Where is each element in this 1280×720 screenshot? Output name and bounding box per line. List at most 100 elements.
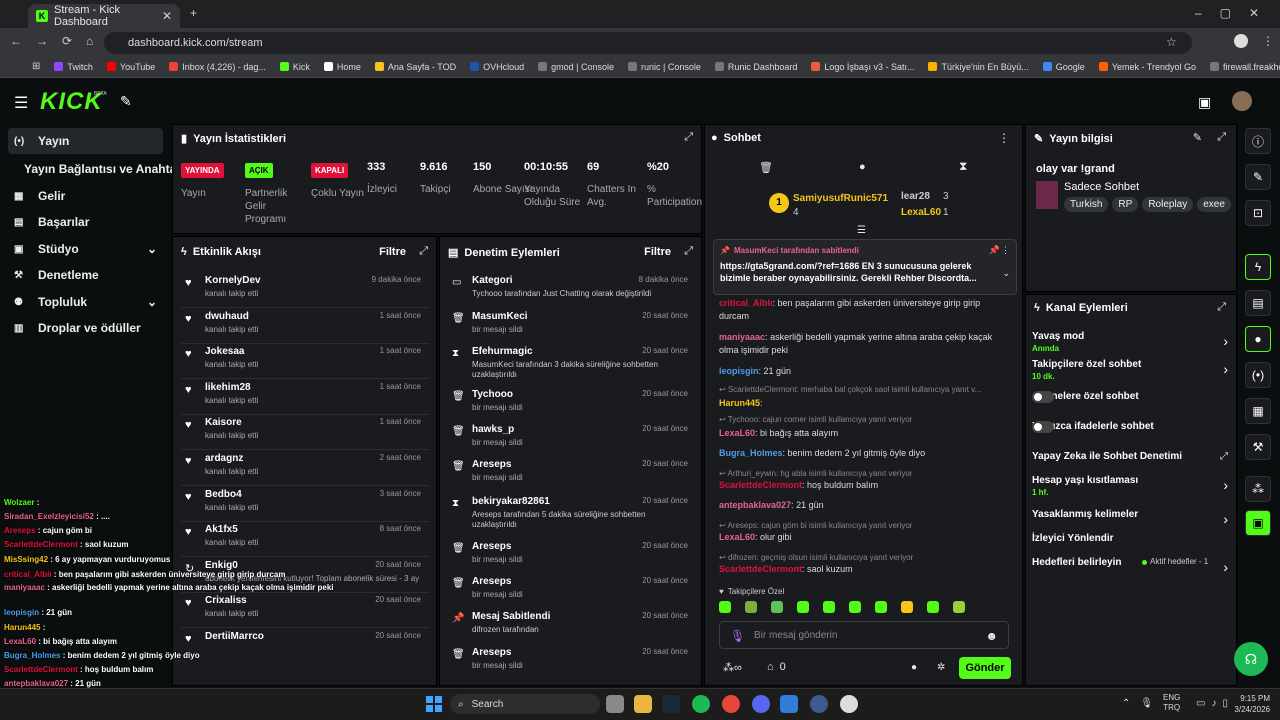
browser-menu-icon[interactable]: ⋮ bbox=[1262, 34, 1274, 48]
channel-action-item[interactable]: Yasaklanmış kelimeler › bbox=[1032, 509, 1228, 535]
activity-item[interactable]: ♥ Kaisore kanalı takip etti 1 saat önce bbox=[181, 415, 421, 451]
bookmark-item[interactable]: gmod | Console bbox=[538, 62, 614, 72]
profile-avatar[interactable] bbox=[1234, 34, 1248, 48]
chat-message[interactable]: Harun445: bbox=[719, 397, 1009, 410]
broadcast-icon[interactable]: (•) bbox=[1245, 362, 1271, 388]
pinned-text[interactable]: https://gta5grand.com/?ref=1686 EN 3 sun… bbox=[720, 260, 1000, 284]
emote-icon[interactable] bbox=[875, 601, 887, 613]
info-icon[interactable]: ⓘ bbox=[1245, 128, 1271, 154]
pinned-message[interactable]: 📌 MasumKeci tarafından sabitlendi 📌 ⋮ ht… bbox=[713, 239, 1017, 295]
expand-icon[interactable]: ⤢ bbox=[684, 131, 693, 144]
top-chatter-name[interactable]: lear28 bbox=[901, 191, 930, 202]
hourglass-icon[interactable]: ⧗ bbox=[959, 159, 967, 174]
tag-pill[interactable]: Turkish bbox=[1064, 197, 1109, 212]
bookmark-star-icon[interactable]: ☆ bbox=[1166, 35, 1177, 49]
chat-username[interactable]: LexaL60 bbox=[719, 532, 755, 542]
language-indicator[interactable]: ENG TRQ bbox=[1163, 693, 1180, 713]
chat-message[interactable]: antepbaklava027: 21 gün bbox=[719, 499, 1009, 512]
channel-action-item[interactable]: Takipçilere özel sohbet 10 dk. › bbox=[1032, 359, 1228, 385]
bookmark-item[interactable]: Home bbox=[323, 62, 361, 72]
chat-message[interactable]: leopisgin: 21 gün bbox=[719, 365, 1009, 378]
chat-message[interactable]: critical_Alblı: ben paşalarım gibi asker… bbox=[719, 297, 1009, 323]
toggle-switch[interactable] bbox=[1032, 391, 1054, 403]
chat-message[interactable]: ↩ ScarlettdeClermont: merhaba bal çokçok… bbox=[719, 383, 1009, 396]
expand-icon[interactable]: ⤢ bbox=[1217, 301, 1226, 314]
browser-tab[interactable]: K Stream - Kick Dashboard ✕ bbox=[28, 4, 180, 28]
chat-message[interactable]: LexaL60: bi bağış atta alayım bbox=[719, 427, 1009, 440]
bookmark-item[interactable]: Ana Sayfa - TOD bbox=[374, 62, 456, 72]
tag-pill[interactable]: Roleplay bbox=[1142, 197, 1194, 212]
sidebar-item[interactable]: ▥ Droplar ve ödüller bbox=[8, 315, 163, 341]
taskbar-search[interactable]: ⌕ Search bbox=[450, 694, 600, 714]
unpin-icon[interactable]: 📌 bbox=[989, 245, 1000, 256]
activity-item[interactable]: ♥ Jokesaa kanalı takip etti 1 saat önce bbox=[181, 344, 421, 380]
chat-icon[interactable]: ● bbox=[1245, 326, 1271, 352]
layout-icon[interactable]: ▦ bbox=[1245, 398, 1271, 424]
app3-icon[interactable] bbox=[840, 695, 858, 713]
sidebar-item[interactable]: ▣ Stüdyo ⌄ bbox=[8, 236, 163, 262]
steam-icon[interactable] bbox=[662, 695, 680, 713]
bookmark-item[interactable]: firewall.freakhosting... bbox=[1209, 62, 1280, 72]
expand-icon[interactable]: ⤢ bbox=[1217, 131, 1226, 144]
chat-menu-icon[interactable]: ⋮ bbox=[998, 131, 1010, 145]
chevron-right-icon[interactable]: › bbox=[1223, 361, 1228, 377]
spotify-icon[interactable] bbox=[692, 695, 710, 713]
gift-icon[interactable]: ▣ bbox=[1245, 510, 1271, 536]
emote-icon[interactable] bbox=[953, 601, 965, 613]
mic-icon[interactable]: 🎙 bbox=[730, 629, 745, 643]
emote-icon[interactable] bbox=[745, 601, 757, 613]
chevron-right-icon[interactable]: › bbox=[1223, 511, 1228, 527]
bookmark-item[interactable]: Google bbox=[1042, 62, 1085, 72]
channel-action-item[interactable]: Yalnızca ifadelerle sohbet bbox=[1032, 421, 1228, 447]
emote-icon[interactable] bbox=[797, 601, 809, 613]
mod-action-item[interactable]: ▭ Kategori Tychooo tarafından Just Chattin… bbox=[448, 273, 688, 307]
activity-item[interactable]: ♥ dwuhaud kanalı takip etti 1 saat önce bbox=[181, 309, 421, 345]
support-headset-button[interactable]: ☊ bbox=[1234, 642, 1268, 676]
chat-username[interactable]: ScarlettdeClermont bbox=[719, 480, 802, 490]
discord-icon[interactable] bbox=[752, 695, 770, 713]
send-button[interactable]: Gönder bbox=[959, 657, 1011, 679]
points-icon[interactable]: ⁂∞ bbox=[723, 661, 742, 674]
channel-action-item[interactable]: Yavaş mod Anında › bbox=[1032, 331, 1228, 357]
chat-username[interactable]: maniyaaac bbox=[719, 332, 765, 342]
chat-gear-icon[interactable]: ✲ bbox=[937, 662, 945, 673]
mod-filter-button[interactable]: Filtre bbox=[644, 246, 671, 258]
sidebar-item[interactable]: Yayın Bağlantısı ve Anahtarı bbox=[8, 156, 184, 182]
gift-counter[interactable]: ⌂ 0 bbox=[767, 661, 786, 673]
chevron-right-icon[interactable]: › bbox=[1223, 477, 1228, 493]
mod-action-item[interactable]: ⧗ bekiryakar82861 Areseps tarafından 5 dak… bbox=[448, 494, 688, 529]
activity-item[interactable]: ♥ likehim28 kanalı takip etti 1 saat önce bbox=[181, 380, 421, 416]
chat-message[interactable]: maniyaaac: askerliği bedelli yapmak yeri… bbox=[719, 331, 1009, 357]
emote-icon[interactable] bbox=[771, 601, 783, 613]
bookmark-item[interactable]: YouTube bbox=[106, 62, 155, 72]
bookmark-item[interactable]: Logo İşbaşı v3 - Satı... bbox=[811, 62, 914, 72]
mod-action-item[interactable]: 🗑 MasumKeci bir mesajı sildi 20 saat önce bbox=[448, 309, 688, 343]
window-controls[interactable]: –▢✕ bbox=[1195, 6, 1277, 20]
sidebar-item[interactable]: ▦ Gelir bbox=[8, 183, 163, 209]
doc-icon[interactable]: ▤ bbox=[1245, 290, 1271, 316]
mod-action-item[interactable]: 📌 Mesaj Sabitlendi difrozen tarafından 20 s… bbox=[448, 609, 688, 643]
nav-buttons[interactable]: ←→⟳⌂ bbox=[10, 34, 107, 48]
chat-settings-icon[interactable]: ● bbox=[859, 161, 866, 173]
sidebar-item[interactable]: (•) Yayın bbox=[8, 128, 163, 154]
new-tab-icon[interactable]: + bbox=[190, 6, 197, 20]
emote-icon[interactable] bbox=[927, 601, 939, 613]
chat-username[interactable]: leopisgin bbox=[719, 366, 759, 376]
bookmark-item[interactable]: OVHcloud bbox=[470, 62, 524, 72]
expand-icon[interactable]: ⤢ bbox=[419, 245, 428, 258]
chevron-right-icon[interactable]: › bbox=[1223, 333, 1228, 349]
trash-icon[interactable]: 🗑 bbox=[759, 161, 773, 174]
chat-users-icon[interactable]: ● bbox=[911, 662, 917, 673]
emote-icon[interactable] bbox=[719, 601, 731, 613]
expand-icon[interactable]: ⤢ bbox=[684, 245, 693, 258]
chat-input[interactable]: 🎙 Bir mesaj gönderin ☻ bbox=[719, 621, 1009, 649]
clock[interactable]: 9:15 PM 3/24/2026 bbox=[1224, 693, 1270, 715]
user-avatar[interactable] bbox=[1232, 91, 1252, 111]
sidebar-item[interactable]: ⚒ Denetleme bbox=[8, 262, 163, 288]
bookmark-item[interactable]: runic | Console bbox=[627, 62, 701, 72]
users-icon[interactable]: ⁂ bbox=[1245, 476, 1271, 502]
mod-action-item[interactable]: 🗑 Tychooo bir mesajı sildi 20 saat önce bbox=[448, 387, 688, 421]
bolt-icon[interactable]: ϟ bbox=[1245, 254, 1271, 280]
app2-icon[interactable] bbox=[810, 695, 828, 713]
collapse-icon[interactable]: ☰ bbox=[857, 225, 866, 236]
